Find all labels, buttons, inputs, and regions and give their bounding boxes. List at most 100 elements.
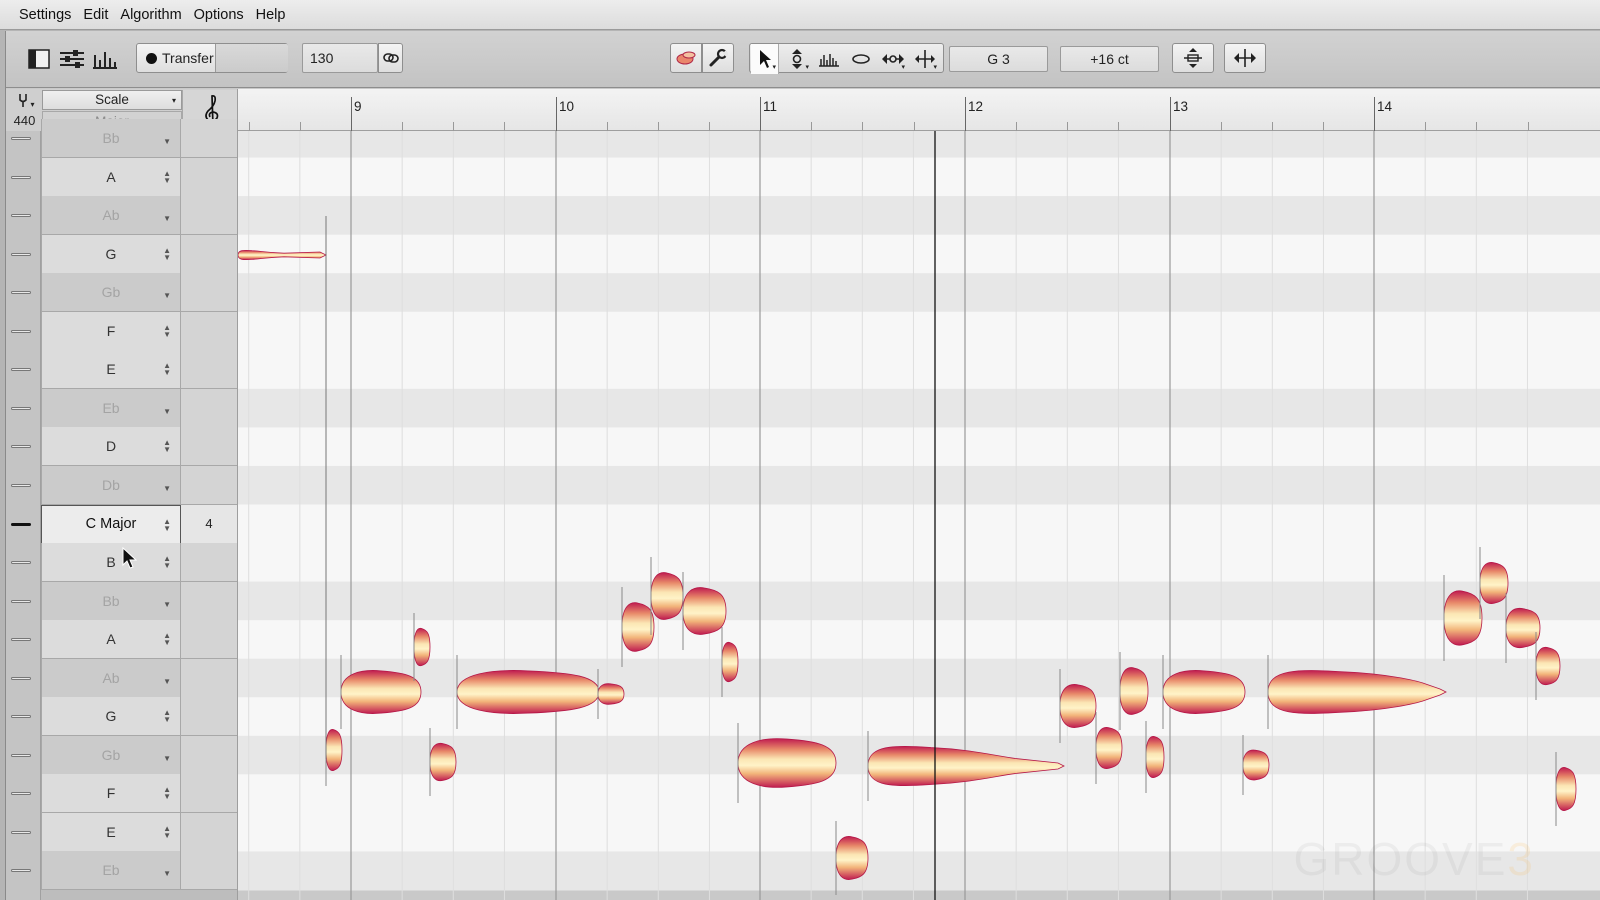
menu-edit[interactable]: Edit [78, 0, 113, 30]
piano-key[interactable] [6, 350, 41, 389]
chevron-down-icon[interactable]: ▼ [163, 863, 171, 878]
piano-key[interactable] [6, 659, 41, 698]
piano-key[interactable] [6, 119, 41, 158]
time-tool-icon[interactable]: ▾ [879, 44, 907, 74]
stepper-arrows-icon[interactable]: ▲ ▼ [163, 786, 171, 801]
macro-tool-button[interactable] [702, 43, 734, 73]
spectrum-icon[interactable] [91, 44, 119, 74]
scale-note-15[interactable]: G ▲ ▼ [41, 697, 181, 737]
stepper-arrows-icon[interactable]: ▲ ▼ [163, 824, 171, 839]
piano-key[interactable] [6, 851, 41, 890]
scale-note-0[interactable]: Bb ▼ [41, 119, 181, 158]
stepper-arrows-icon[interactable]: ▲ ▼ [163, 709, 171, 724]
chevron-down-icon[interactable]: ▼ [163, 131, 171, 146]
stepper-arrows-icon[interactable]: ▲ ▼ [163, 555, 171, 570]
pitch-tool-icon[interactable]: ▾ [783, 44, 811, 74]
piano-key[interactable] [6, 697, 41, 736]
tempo-field[interactable]: 130 [302, 43, 378, 73]
time-macro-button[interactable] [1224, 43, 1266, 73]
separation-tool-icon[interactable]: ▾ [911, 44, 939, 74]
piano-key[interactable] [6, 427, 41, 466]
arrow-pointer-icon[interactable]: ▾ [751, 44, 779, 74]
chevron-down-icon[interactable]: ▼ [163, 671, 171, 685]
stepper-arrows-icon[interactable]: ▲ ▼ [163, 362, 171, 377]
scale-note-5[interactable]: F ▲ ▼ [41, 311, 181, 351]
menu-settings[interactable]: Settings [14, 0, 76, 30]
menu-algorithm[interactable]: Algorithm [115, 0, 186, 30]
formant-tool-icon[interactable] [815, 44, 843, 74]
piano-key[interactable] [6, 389, 41, 428]
stepper-arrows-icon[interactable]: ▲ ▼ [163, 517, 171, 532]
scale-note-19[interactable]: Eb ▼ [41, 851, 181, 891]
scale-note-6[interactable]: E ▲ ▼ [41, 350, 181, 390]
scale-note-14[interactable]: Ab ▼ [41, 658, 181, 698]
piano-key[interactable] [6, 813, 41, 852]
chevron-down-icon[interactable]: ▼ [163, 748, 171, 762]
stepper-arrows-icon[interactable]: ▲ ▼ [163, 323, 171, 338]
menu-help[interactable]: Help [251, 0, 291, 30]
scale-note-17[interactable]: F ▲ ▼ [41, 774, 181, 814]
cents-display[interactable]: +16 ct [1060, 46, 1159, 72]
stepper-arrows-icon[interactable]: ▲ ▼ [163, 246, 171, 261]
beat-tick [1476, 122, 1477, 131]
scale-note-16[interactable]: Gb ▼ [41, 735, 181, 775]
menu-options[interactable]: Options [189, 0, 249, 30]
amplitude-tool-icon[interactable] [847, 44, 875, 74]
scale-note-13[interactable]: A ▲ ▼ [41, 620, 181, 660]
scale-note-2[interactable]: Ab ▼ [41, 196, 181, 236]
scale-header-label: Scale [95, 92, 129, 107]
chevron-down-icon[interactable]: ▼ [163, 401, 171, 415]
piano-key[interactable] [6, 235, 41, 274]
scale-note-18[interactable]: E ▲ ▼ [41, 812, 181, 852]
key-marker [11, 676, 31, 680]
chevron-down-icon[interactable]: ▼ [163, 285, 171, 300]
mixer-icon[interactable] [58, 44, 86, 74]
pitch-row [238, 234, 1600, 274]
piano-key[interactable] [6, 158, 41, 197]
stepper-arrows-icon[interactable]: ▲ ▼ [163, 632, 171, 647]
stepper-arrows-icon[interactable]: ▲ ▼ [163, 439, 171, 454]
piano-key[interactable] [6, 505, 41, 544]
chevron-down-icon[interactable]: ▼ [163, 208, 171, 223]
bar-number: 10 [559, 99, 575, 114]
chevron-down-icon[interactable]: ▼ [163, 594, 171, 608]
transfer-button[interactable]: Transfer [136, 43, 288, 73]
scale-note-7[interactable]: Eb ▼ [41, 388, 181, 428]
pitch-display[interactable]: G 3 [949, 46, 1048, 72]
piano-key[interactable] [6, 736, 41, 775]
layout-panel-icon[interactable] [25, 44, 53, 74]
link-icon [382, 53, 399, 63]
piano-key[interactable] [6, 774, 41, 813]
main-tool-button[interactable] [670, 43, 702, 73]
key-marker [11, 638, 31, 642]
scale-note-3[interactable]: G ▲ ▼ [41, 234, 181, 274]
stepper-arrows-icon[interactable]: ▲ ▼ [163, 169, 171, 184]
piano-key[interactable] [6, 312, 41, 351]
piano-key[interactable] [6, 196, 41, 235]
scale-note-8[interactable]: D ▲ ▼ [41, 427, 181, 467]
note-editor[interactable] [237, 131, 1600, 900]
piano-key[interactable] [6, 620, 41, 659]
beat-tick [607, 122, 608, 131]
scale-dropdown[interactable]: Scale ▾ [42, 90, 182, 110]
scale-note-label: A [106, 631, 116, 648]
scale-note-11[interactable]: B ▲ ▼ [41, 543, 181, 583]
scale-note-10[interactable]: C Major ▲ ▼ [41, 504, 181, 544]
scale-note-1[interactable]: A ▲ ▼ [41, 157, 181, 197]
scale-note-12[interactable]: Bb ▼ [41, 581, 181, 621]
piano-key[interactable] [6, 582, 41, 621]
tempo-link-button[interactable] [378, 43, 403, 73]
piano-key[interactable] [6, 543, 41, 582]
scale-note-label: Eb [102, 399, 120, 416]
tuning-fork-button[interactable]: ▾ [10, 91, 41, 110]
scale-note-9[interactable]: Db ▼ [41, 465, 181, 505]
piano-key[interactable] [6, 466, 41, 505]
chevron-down-icon[interactable]: ▼ [163, 478, 171, 492]
note-editor-canvas[interactable] [238, 131, 1600, 900]
pitch-macro-button[interactable] [1172, 43, 1214, 73]
scale-note-4[interactable]: Gb ▼ [41, 273, 181, 313]
key-marker [11, 483, 31, 487]
timeline-ruler[interactable]: 9 10 11 12 13 14 [237, 89, 1600, 131]
octave-cell[interactable]: 4 [181, 504, 237, 544]
piano-key[interactable] [6, 273, 41, 312]
